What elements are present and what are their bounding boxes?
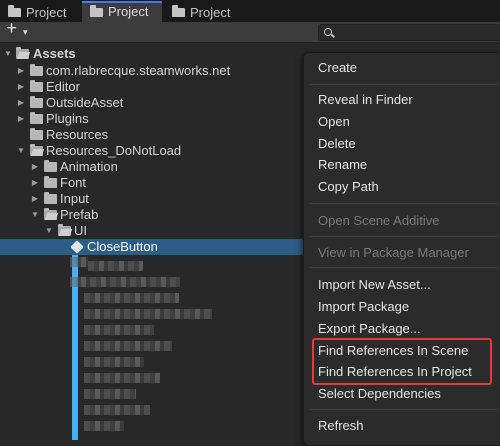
obscured-row: [70, 257, 88, 267]
tree-label: UI: [74, 223, 87, 238]
tree-label: Assets: [33, 46, 76, 61]
folder-open-icon: [16, 47, 29, 59]
menu-divider: [310, 203, 500, 204]
collapse-arrow-icon[interactable]: ▶: [30, 159, 40, 175]
collapse-arrow-icon[interactable]: ▶: [30, 175, 40, 191]
expand-arrow-icon[interactable]: ▼: [16, 143, 26, 159]
folder-icon: [8, 5, 21, 17]
menu-item-reveal-in-finder[interactable]: Reveal in Finder: [318, 91, 413, 109]
collapse-arrow-icon[interactable]: ▶: [30, 191, 40, 207]
collapse-arrow-icon[interactable]: ▶: [16, 63, 26, 79]
folder-icon: [90, 5, 103, 17]
tree-label: Resources: [46, 127, 109, 142]
menu-item-copy-path[interactable]: Copy Path: [318, 178, 379, 196]
context-menu: Create Reveal in Finder Open Delete Rena…: [303, 52, 500, 446]
folder-icon: [30, 96, 43, 108]
folder-icon: [172, 5, 185, 17]
menu-item-import-package[interactable]: Import Package: [318, 298, 409, 316]
plus-icon: +: [6, 18, 18, 39]
obscured-row: [84, 357, 144, 367]
expand-arrow-icon[interactable]: ▼: [3, 46, 13, 62]
tree-label: OutsideAsset: [46, 95, 124, 110]
obscured-row: [84, 341, 172, 351]
obscured-row: [84, 293, 179, 303]
folder-icon: [30, 80, 43, 92]
folder-icon: [30, 128, 43, 140]
obscured-row: [70, 277, 180, 287]
tree-label: CloseButton: [87, 239, 158, 254]
menu-divider: [310, 409, 500, 410]
menu-item-rename[interactable]: Rename: [318, 156, 367, 174]
create-dropdown-button[interactable]: + ▾: [4, 18, 34, 42]
obscured-row: [84, 421, 124, 431]
folder-open-icon: [44, 208, 57, 220]
expand-arrow-icon[interactable]: ▼: [30, 207, 40, 223]
menu-item-create[interactable]: Create: [318, 59, 357, 77]
menu-item-delete[interactable]: Delete: [318, 135, 356, 153]
menu-divider: [310, 84, 500, 85]
menu-item-export-package[interactable]: Export Package...: [318, 320, 421, 338]
expand-arrow-icon[interactable]: ▼: [44, 223, 54, 239]
obscured-row: [84, 389, 136, 399]
tab-bar: Project Project Project: [0, 0, 500, 22]
menu-divider: [310, 236, 500, 237]
tree-label: Resources_DoNotLoad: [46, 143, 182, 158]
search-icon: [324, 28, 332, 36]
collapse-arrow-icon[interactable]: ▶: [16, 79, 26, 95]
tree-label: com.rlabrecque.steamworks.net: [46, 63, 231, 78]
folder-icon: [30, 64, 43, 76]
tree-label: Editor: [46, 79, 80, 94]
folder-open-icon: [30, 144, 43, 156]
tree-label: Font: [60, 175, 87, 190]
tree-label: Plugins: [46, 111, 89, 126]
collapse-arrow-icon[interactable]: ▶: [16, 111, 26, 127]
folder-icon: [44, 192, 57, 204]
obscured-row: [84, 309, 212, 319]
menu-item-open-scene-additive: Open Scene Additive: [318, 213, 440, 228]
tab-project-2[interactable]: Project: [82, 1, 162, 22]
obscured-row: [84, 373, 160, 383]
tree-label: Input: [60, 191, 89, 206]
folder-icon: [30, 112, 43, 124]
folder-icon: [44, 176, 57, 188]
menu-item-select-dependencies[interactable]: Select Dependencies: [318, 385, 441, 403]
obscured-row: [84, 405, 150, 415]
obscured-row: [84, 325, 154, 335]
menu-item-refresh[interactable]: Refresh: [318, 417, 364, 435]
folder-icon: [44, 160, 57, 172]
tab-label: Project: [108, 4, 149, 19]
tree-label: Prefab: [60, 207, 99, 222]
tree-label: Animation: [60, 159, 118, 174]
tab-label: Project: [26, 5, 67, 20]
highlight-annotation-box: [312, 338, 492, 385]
tab-label: Project: [190, 5, 231, 20]
tab-project-3[interactable]: Project: [164, 3, 244, 22]
project-toolbar: + ▾: [0, 18, 500, 43]
chevron-down-icon: ▾: [23, 27, 28, 37]
prefab-cube-icon: [70, 240, 84, 254]
menu-item-import-new-asset[interactable]: Import New Asset...: [318, 276, 431, 294]
collapse-arrow-icon[interactable]: ▶: [16, 95, 26, 111]
obscured-row: [88, 261, 143, 271]
menu-divider: [310, 267, 500, 268]
menu-item-open[interactable]: Open: [318, 113, 350, 131]
folder-open-icon: [58, 224, 71, 236]
menu-item-view-in-package-manager: View in Package Manager: [318, 245, 469, 260]
search-input[interactable]: [318, 24, 500, 41]
